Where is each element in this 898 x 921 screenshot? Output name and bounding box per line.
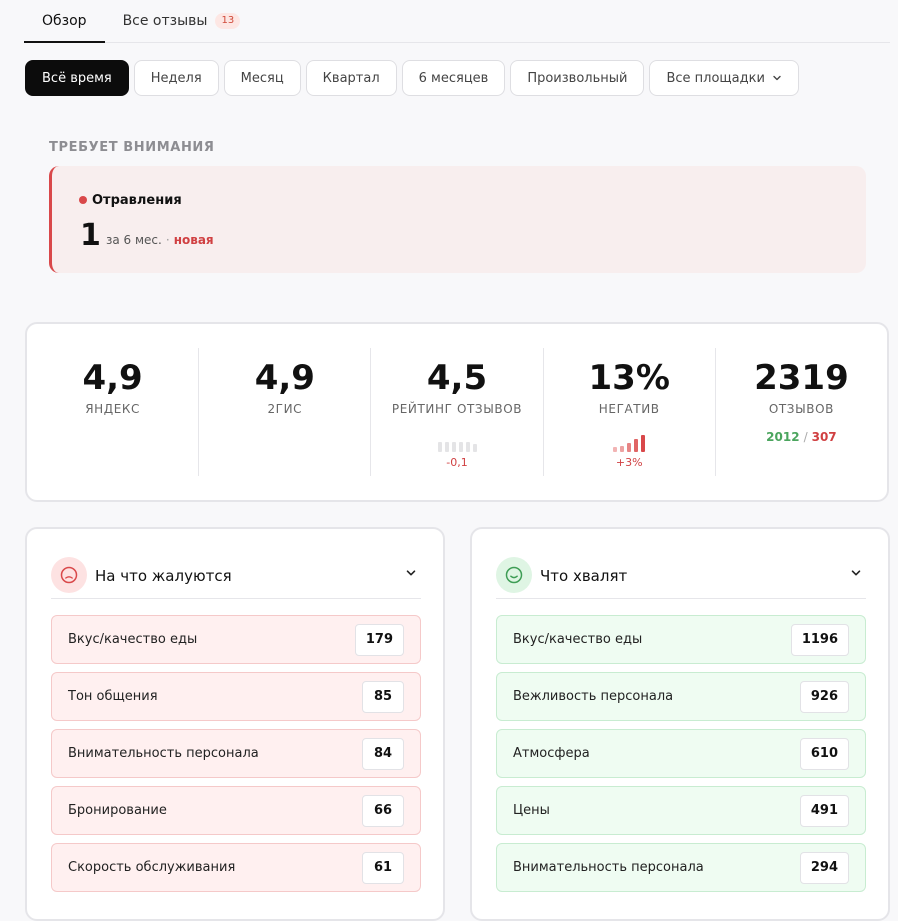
list-item-label: Вкус/качество еды <box>513 632 643 647</box>
stat-reviews: 2319 ОТЗЫВОВ 2012/307 <box>716 348 887 476</box>
stats-card: 4,9 ЯНДЕКС 4,9 2ГИС 4,5 РЕЙТИНГ ОТЗЫВОВ … <box>25 322 889 502</box>
tab-bar: Обзор Все отзывы 13 <box>24 0 890 43</box>
list-item-label: Скорость обслуживания <box>68 860 236 875</box>
tab-overview-label: Обзор <box>42 12 87 29</box>
complaints-title: На что жалуются <box>95 566 232 585</box>
list-item-label: Внимательность персонала <box>68 746 259 761</box>
period-custom-button[interactable]: Произвольный <box>510 60 645 96</box>
stat-delta: -0,1 <box>446 456 468 469</box>
stat-negative: 13% НЕГАТИВ +3% <box>544 348 716 476</box>
stat-label: НЕГАТИВ <box>598 402 660 416</box>
stat-yandex: 4,9 ЯНДЕКС <box>27 348 200 476</box>
praises-title: Что хвалят <box>540 566 628 585</box>
chevron-down-icon[interactable] <box>850 567 862 579</box>
period-week-button[interactable]: Неделя <box>133 60 219 96</box>
stat-label: 2ГИС <box>267 402 303 416</box>
stat-delta: +3% <box>615 456 643 469</box>
list-item[interactable]: Внимательность персонала 84 <box>51 729 421 778</box>
list-item-count: 294 <box>799 851 849 884</box>
complaints-list: Вкус/качество еды 179 Тон общения 85 Внима… <box>51 615 421 892</box>
list-item[interactable]: Скорость обслуживания 61 <box>51 843 421 892</box>
stat-value: 4,5 <box>426 358 488 398</box>
list-item-count: 1196 <box>790 623 849 656</box>
list-item[interactable]: Вежливость персонала 926 <box>496 672 866 721</box>
attention-card[interactable]: Отравления 1 за 6 мес. · новая <box>49 166 866 273</box>
stat-value: 4,9 <box>82 358 143 398</box>
list-item-count: 66 <box>362 794 404 827</box>
complaints-panel: На что жалуются Вкус/качество еды 179 Тон… <box>25 527 445 921</box>
alert-meta: за 6 мес. · новая <box>106 233 214 247</box>
stat-2gis: 4,9 2ГИС <box>199 348 372 476</box>
stat-review-rating: 4,5 РЕЙТИНГ ОТЗЫВОВ -0,1 <box>371 348 544 476</box>
tab-all-reviews[interactable]: Все отзывы 13 <box>105 0 241 42</box>
praises-list: Вкус/качество еды 1196 Вежливость персона… <box>496 615 866 892</box>
list-item-label: Бронирование <box>68 803 167 818</box>
praises-panel: Что хвалят Вкус/качество еды 1196 Вежливо… <box>470 527 890 921</box>
negative-sparkline-icon <box>544 432 715 452</box>
alert-topic-name: Отравления <box>92 193 182 208</box>
period-6-months-button[interactable]: 6 месяцев <box>401 60 506 96</box>
complaints-header[interactable]: На что жалуются <box>51 553 421 599</box>
list-item-count: 61 <box>362 851 404 884</box>
stat-value: 4,9 <box>254 358 315 398</box>
list-item[interactable]: Вкус/качество еды 1196 <box>496 615 866 664</box>
list-item-label: Атмосфера <box>513 746 590 761</box>
list-item[interactable]: Тон общения 85 <box>51 672 421 721</box>
chevron-down-icon[interactable] <box>405 567 417 579</box>
period-month-button[interactable]: Месяц <box>223 60 301 96</box>
list-item-label: Тон общения <box>68 689 158 704</box>
stat-value: 13% <box>588 358 670 398</box>
alert-count: 1 <box>80 218 101 253</box>
stat-label: ЯНДЕКС <box>85 402 141 416</box>
platforms-select[interactable]: Все площадки <box>649 60 799 96</box>
list-item[interactable]: Атмосфера 610 <box>496 729 866 778</box>
tab-overview[interactable]: Обзор <box>24 0 105 43</box>
list-item-count: 179 <box>354 623 404 656</box>
reviews-count-badge: 13 <box>215 13 241 29</box>
alert-dot-icon <box>79 196 87 204</box>
smile-face-icon <box>496 556 532 593</box>
list-item-label: Вежливость персонала <box>513 689 674 704</box>
list-item-count: 84 <box>362 737 404 770</box>
list-item-count: 926 <box>799 680 849 713</box>
list-item[interactable]: Бронирование 66 <box>51 786 421 835</box>
alert-separator: · <box>165 233 170 247</box>
alert-period: за 6 мес. <box>106 233 162 247</box>
period-filter: Всё время Неделя Месяц Квартал 6 месяцев… <box>25 60 799 96</box>
period-quarter-button[interactable]: Квартал <box>305 60 397 96</box>
sad-face-icon <box>51 556 87 593</box>
alert-status: новая <box>173 233 214 247</box>
period-all-time-button[interactable]: Всё время <box>25 60 129 96</box>
stat-value: 2319 <box>754 358 849 398</box>
list-item-label: Цены <box>513 803 550 818</box>
praises-header[interactable]: Что хвалят <box>496 553 866 599</box>
platforms-select-label: Все площадки <box>666 70 765 86</box>
list-item-count: 491 <box>799 794 849 827</box>
split-slash: / <box>803 430 808 444</box>
rating-sparkline-icon <box>371 432 542 452</box>
stat-label: ОТЗЫВОВ <box>768 402 834 416</box>
list-item[interactable]: Вкус/качество еды 179 <box>51 615 421 664</box>
tab-all-reviews-label: Все отзывы <box>122 13 208 29</box>
list-item[interactable]: Цены 491 <box>496 786 866 835</box>
list-item-count: 85 <box>362 680 404 713</box>
stat-label: РЕЙТИНГ ОТЗЫВОВ <box>391 402 523 416</box>
list-item[interactable]: Внимательность персонала 294 <box>496 843 866 892</box>
negative-count: 307 <box>811 430 837 444</box>
chevron-down-icon <box>773 75 781 81</box>
reviews-split: 2012/307 <box>716 430 887 444</box>
positive-count: 2012 <box>766 430 800 444</box>
list-item-label: Вкус/качество еды <box>68 632 198 647</box>
list-item-count: 610 <box>799 737 849 770</box>
attention-section-title: ТРЕБУЕТ ВНИМАНИЯ <box>49 140 215 155</box>
list-item-label: Внимательность персонала <box>513 860 704 875</box>
